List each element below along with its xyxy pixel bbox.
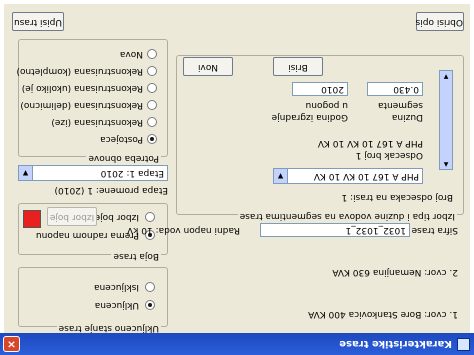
renewal-group: Potreba obnove Postojeca Rekonstruisana … (16, 39, 168, 163)
year-input[interactable]: 2010 (292, 82, 348, 96)
chevron-down-icon[interactable]: ▼ (19, 166, 33, 180)
renewal-option-label: Postojeca (100, 134, 143, 144)
color-custom-label: Izbor boje (94, 212, 139, 222)
renewal-option-label: Nova (119, 49, 143, 59)
color-custom-radio[interactable] (145, 212, 155, 222)
stage-combo[interactable]: Etapa 1: 2010 ▼ (18, 165, 168, 181)
voltage-label: Radni napon voda: 10 kV (127, 225, 240, 235)
conductor-type-combo[interactable]: PHP A 167 10 KV 10 KV ▼ (273, 168, 423, 184)
chevron-down-icon[interactable]: ▼ (274, 169, 288, 183)
trace-name-label: Sifra trase (411, 225, 458, 235)
delete-button[interactable]: Brisi (273, 57, 323, 76)
renewal-option-label: Rekonstruisana (delimicno) (20, 100, 143, 110)
segment-spinner[interactable]: ▼ ▲ (439, 70, 453, 170)
status-off-radio[interactable] (145, 282, 155, 292)
choose-color-button[interactable]: Izbor boje (47, 207, 97, 226)
status-group: Ukljuceno stanje trase Ukljucena Iskljuc… (18, 267, 168, 333)
title-bar[interactable]: Karakteristike trase × (0, 333, 474, 355)
close-button[interactable]: × (3, 336, 20, 352)
length-sublabel: segmenta (378, 100, 423, 110)
status-on-label: Ukljucena (94, 300, 139, 310)
status-group-title: Ukljuceno stanje trase (56, 323, 161, 333)
segment-number-label: Odsecak broj 1 (355, 150, 423, 160)
window-client: 1. cvor: Bore Stankovica 400 KVA 2. cvor… (4, 4, 470, 333)
segment-count-label: Broj odsecaka na trasi: 1 (341, 192, 453, 202)
segment-type-label: PHP A 167 10 KV 10 KV (317, 138, 423, 148)
conductor-type-value: PHP A 167 10 KV 10 KV (313, 171, 419, 181)
trace-name-input[interactable]: 1032_1032_1 (260, 223, 410, 237)
renewal-option-radio[interactable] (147, 117, 157, 127)
renewal-option-radio[interactable] (147, 134, 157, 144)
spin-up-icon[interactable]: ▲ (440, 159, 452, 169)
app-icon (457, 338, 470, 351)
stage-combo-value: Etapa 1: 2010 (100, 168, 164, 178)
status-off-label: Iskljucena (94, 282, 139, 292)
length-input[interactable]: 0.430 (367, 82, 423, 96)
conductors-group-title: Izbor tipa i duzine vodova na segmentima… (237, 211, 457, 221)
status-on-radio[interactable] (145, 300, 155, 310)
new-button[interactable]: Novi (183, 57, 233, 76)
node-1-label: 1. cvor: Bore Stankovica 400 KVA (308, 309, 458, 319)
color-uniform-label: Prema radnom naponu (35, 230, 139, 240)
renewal-option-radio[interactable] (147, 83, 157, 93)
print-button[interactable]: Upisi trasu (12, 12, 64, 31)
year-label: Godina izgradnje (271, 112, 348, 122)
renewal-option-radio[interactable] (147, 49, 157, 59)
stage-changes-label: Etapa promene: 1 (2010) (54, 185, 169, 195)
color-swatch[interactable] (23, 210, 41, 228)
window-title: Karakteristike trase (339, 338, 452, 350)
renewal-group-title: Potreba obnove (86, 153, 161, 163)
main-window: Karakteristike trase × 1. cvor: Bore Sta… (0, 0, 474, 355)
clear-button[interactable]: Obrisi opis (416, 12, 464, 31)
color-group-title: Boja trase (111, 251, 161, 261)
year-sublabel: u pogonu (305, 100, 348, 110)
renewal-option-label: Rekonstruisana (ukoliko je) (21, 83, 143, 93)
node-2-label: 2. cvor: Nemanjina 630 KVA (332, 267, 458, 277)
renewal-option-label: Rekonstruisana (ize) (51, 117, 143, 127)
renewal-option-label: Rekonstruisana (kompletno) (16, 66, 143, 76)
spin-down-icon[interactable]: ▼ (440, 71, 452, 81)
length-label: Duzina (391, 112, 423, 122)
renewal-option-radio[interactable] (147, 100, 157, 110)
conductors-group: Izbor tipa i duzine vodova na segmentima… (176, 55, 464, 221)
renewal-option-radio[interactable] (147, 66, 157, 76)
